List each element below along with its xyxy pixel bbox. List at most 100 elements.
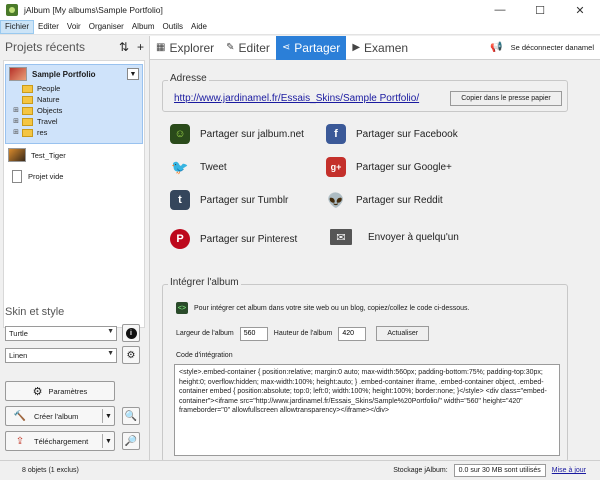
project-test-tiger[interactable]: Test_Tiger <box>5 146 66 164</box>
tree-folder-travel[interactable]: ⊞ Travel <box>6 116 142 127</box>
project-thumbnail <box>8 148 26 162</box>
chevron-down-icon[interactable]: ▼ <box>102 409 114 423</box>
expand-icon[interactable]: ⊞ <box>12 118 20 126</box>
menu-organiser[interactable]: Organiser <box>85 20 128 34</box>
folder-icon <box>22 106 33 115</box>
album-height-label: Hauteur de l'album <box>273 330 333 337</box>
hammer-icon: 🔨 <box>13 410 27 422</box>
disconnect-link[interactable]: 📢 Se déconnecter danamel <box>490 42 594 53</box>
embed-label: Intégrer l'album <box>168 277 241 288</box>
share-google-plus[interactable]: g+ Partager sur Google+ <box>326 157 452 177</box>
selected-project[interactable]: Sample Portfolio ▼ People Nature ⊞ Object… <box>5 64 143 144</box>
folder-icon <box>22 95 33 104</box>
tree-folder-people[interactable]: People <box>6 83 142 94</box>
share-facebook[interactable]: f Partager sur Facebook <box>326 124 458 144</box>
settings-button[interactable]: ⚙ Paramètres <box>5 381 115 401</box>
embed-dimensions: Largeur de l'album Hauteur de l'album Ac… <box>176 326 430 341</box>
menu-aide[interactable]: Aide <box>187 20 211 34</box>
twitter-bird-icon: 🐦 <box>171 158 189 175</box>
share-pinterest[interactable]: P Partager sur Pinterest <box>170 229 297 249</box>
style-select[interactable]: Linen ▼ <box>5 348 117 363</box>
sort-icon[interactable]: ⇅ <box>119 40 129 54</box>
embed-note: <> Pour intégrer cet album dans votre si… <box>176 302 470 314</box>
blank-page-icon <box>12 169 22 183</box>
menu-editer[interactable]: Editer <box>34 20 63 34</box>
recent-projects-header: Projets récents ⇅ + <box>0 36 149 58</box>
chevron-down-icon[interactable]: ▼ <box>127 68 139 80</box>
view-online-button[interactable]: 🔎 <box>122 432 140 450</box>
embed-code-textarea[interactable]: <style>.embed-container { position:relat… <box>174 364 560 456</box>
style-settings-button[interactable]: ⚙ <box>122 346 140 364</box>
menu-outils[interactable]: Outils <box>159 20 187 34</box>
folder-icon <box>22 117 33 126</box>
update-embed-button[interactable]: Actualiser <box>376 326 430 341</box>
skin-info-button[interactable]: i <box>122 324 140 342</box>
share-email[interactable]: ✉ Envoyer à quelqu'un <box>330 229 459 245</box>
main-panel: ▦ Explorer ✎ Editer ⋖ Partager ▶ Examen … <box>150 35 600 462</box>
chevron-down-icon: ▼ <box>107 350 114 357</box>
preview-button[interactable]: 🔍 <box>122 407 140 425</box>
share-twitter[interactable]: 🐦 Tweet <box>170 157 226 177</box>
maximize-icon[interactable]: ☐ <box>520 0 560 20</box>
upload-icon: ⇪ <box>15 435 25 447</box>
share-tumblr[interactable]: t Partager sur Tumblr <box>170 190 288 210</box>
chevron-down-icon: ▼ <box>107 328 114 335</box>
project-empty[interactable]: Projet vide <box>5 167 63 185</box>
window-controls: — ☐ ✕ <box>480 0 600 20</box>
expand-icon[interactable]: ⊞ <box>12 107 20 115</box>
play-icon: ▶ <box>352 42 361 53</box>
embed-code-label: Code d'intégration <box>176 352 233 359</box>
menu-album[interactable]: Album <box>128 20 159 34</box>
code-icon: <> <box>176 302 188 314</box>
recent-projects-heading: Projets récents <box>5 40 86 54</box>
status-bar: 8 objets (1 exclus) Stockage jAlbum: 0.0… <box>0 460 600 480</box>
tab-review[interactable]: ▶ Examen <box>346 36 414 60</box>
album-width-input[interactable] <box>239 326 268 341</box>
storage-usage: 0.0 sur 30 MB sont utilisés <box>453 464 546 477</box>
selected-project-name: Sample Portfolio <box>32 69 96 79</box>
megaphone-icon: 📢 <box>490 42 503 53</box>
tree-folder-nature[interactable]: Nature <box>6 94 142 105</box>
copy-to-clipboard-button[interactable]: Copier dans le presse papier <box>450 91 562 106</box>
tab-explore[interactable]: ▦ Explorer <box>150 36 220 60</box>
tree-folder-res[interactable]: ⊞ res <box>6 127 142 138</box>
expand-icon[interactable]: ⊞ <box>12 129 20 137</box>
jalbum-app-icon <box>6 4 18 16</box>
google-plus-icon: g+ <box>326 157 346 177</box>
object-count: 8 objets (1 exclus) <box>22 467 79 474</box>
album-height-input[interactable] <box>338 326 367 341</box>
tab-share[interactable]: ⋖ Partager <box>275 35 347 60</box>
storage-label: Stockage jAlbum: <box>393 467 448 474</box>
tumblr-icon: t <box>170 190 190 210</box>
jalbum-frog-icon: ☺ <box>170 124 190 144</box>
upload-button[interactable]: ⇪ Téléchargement ▼ <box>5 431 115 451</box>
share-reddit[interactable]: 👽 Partager sur Reddit <box>326 190 442 210</box>
pencil-icon: ✎ <box>226 42 235 53</box>
close-icon[interactable]: ✕ <box>560 0 600 20</box>
tree-folder-objects[interactable]: ⊞ Objects <box>6 105 142 116</box>
tab-edit[interactable]: ✎ Editer <box>220 36 276 60</box>
info-icon: i <box>125 327 137 339</box>
create-album-button[interactable]: 🔨 Créer l'album ▼ <box>5 406 115 426</box>
skin-select[interactable]: Turtle ▼ <box>5 326 117 341</box>
add-project-icon[interactable]: + <box>137 40 144 54</box>
chevron-down-icon[interactable]: ▼ <box>102 434 114 448</box>
menu-voir[interactable]: Voir <box>63 20 85 34</box>
folder-icon <box>22 128 33 137</box>
share-jalbum[interactable]: ☺ Partager sur jalbum.net <box>170 124 304 144</box>
share-icon: ⋖ <box>281 42 291 53</box>
menu-bar: Fichier Editer Voir Organiser Album Outi… <box>0 20 600 35</box>
album-url-link[interactable]: http://www.jardinamel.fr/Essais_Skins/Sa… <box>174 93 419 104</box>
upgrade-link[interactable]: Mise à jour <box>552 467 586 474</box>
window-title: jAlbum [My albums\Sample Portfolio] <box>24 5 163 15</box>
pinterest-icon: P <box>170 229 190 249</box>
album-width-label: Largeur de l'album <box>176 330 234 337</box>
globe-magnifier-icon: 🔎 <box>124 435 138 447</box>
address-label: Adresse <box>168 73 209 84</box>
gear-icon: ⚙ <box>126 349 136 361</box>
gear-icon: ⚙ <box>32 385 43 398</box>
facebook-icon: f <box>326 124 346 144</box>
minimize-icon[interactable]: — <box>480 0 520 20</box>
menu-fichier[interactable]: Fichier <box>0 20 35 34</box>
